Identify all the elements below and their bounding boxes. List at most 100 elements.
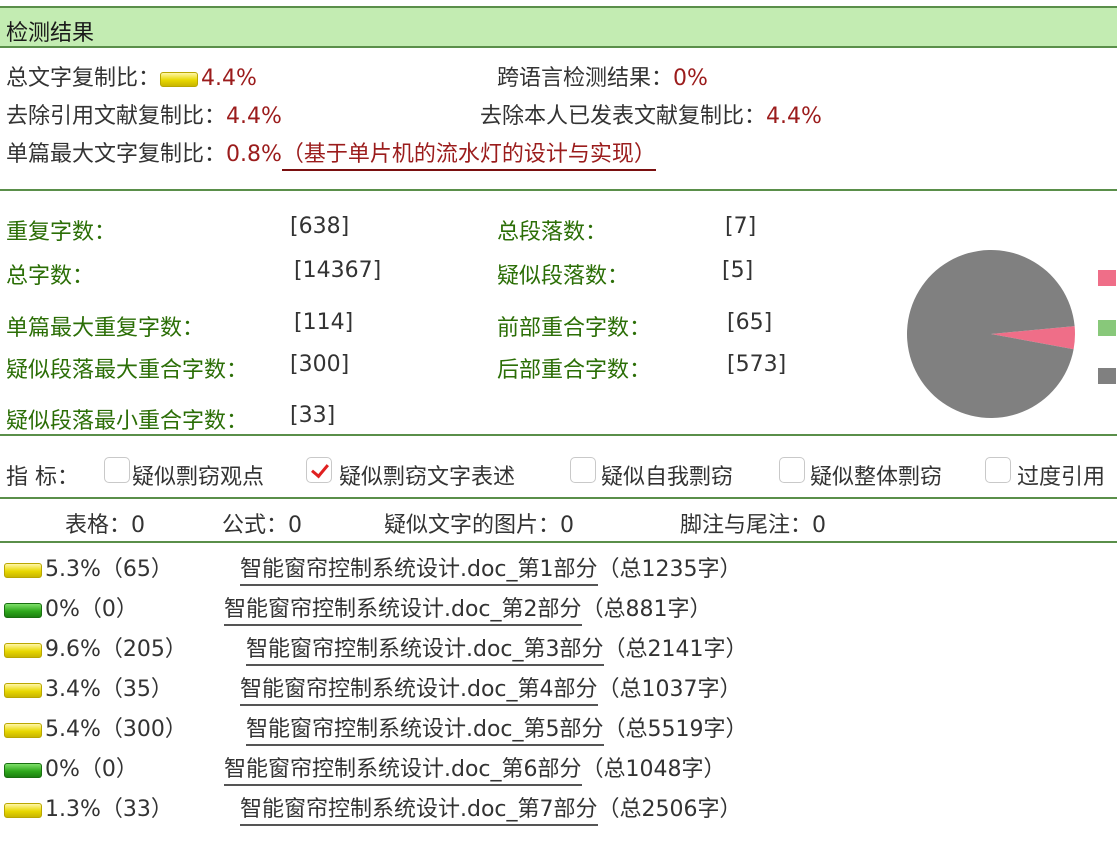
excl-ref-label: 去除引用文献复制比： xyxy=(6,104,227,129)
part-row: 0%（0） xyxy=(4,591,138,623)
stat-value: [300] xyxy=(290,352,350,377)
part-total: （总2506字） xyxy=(597,797,742,822)
indicator-checkbox[interactable] xyxy=(985,457,1011,483)
excl-self-label: 去除本人已发表文献复制比： xyxy=(480,104,767,129)
part-link[interactable]: 智能窗帘控制系统设计.doc_第4部分 xyxy=(240,677,598,706)
divider xyxy=(0,434,1117,436)
part-stat: 0%（0） xyxy=(45,757,138,782)
ratio-bar-icon xyxy=(160,71,199,87)
part-link[interactable]: 智能窗帘控制系统设计.doc_第1部分 xyxy=(240,557,598,586)
part-link[interactable]: 智能窗帘控制系统设计.doc_第5部分 xyxy=(246,717,604,746)
part-link-row: 智能窗帘控制系统设计.doc_第3部分（总2141字） xyxy=(246,631,748,666)
part-link-row: 智能窗帘控制系统设计.doc_第5部分（总5519字） xyxy=(246,711,748,746)
total-copy-label: 总文字复制比： xyxy=(6,66,161,91)
part-total: （总1235字） xyxy=(597,557,742,582)
part-link-row: 智能窗帘控制系统设计.doc_第1部分（总1235字） xyxy=(240,551,742,586)
part-link[interactable]: 智能窗帘控制系统设计.doc_第7部分 xyxy=(240,797,598,826)
stat-value: [14367] xyxy=(294,258,382,283)
indicator-checkbox-checked[interactable] xyxy=(306,457,332,483)
part-total: （总5519字） xyxy=(603,717,748,742)
stat-label: 单篇最大重复字数： xyxy=(6,316,205,341)
part-link[interactable]: 智能窗帘控制系统设计.doc_第2部分 xyxy=(224,597,582,626)
stat-label: 前部重合字数： xyxy=(497,316,652,341)
indicator-option-label: 疑似整体剽窃 xyxy=(810,465,943,490)
excl-self-ratio: 去除本人已发表文献复制比：4.4% xyxy=(480,98,822,130)
part-row: 3.4%（35） xyxy=(4,671,173,703)
ratio-bar-icon xyxy=(4,562,42,578)
part-total: （总881字） xyxy=(581,597,712,622)
part-total: （总1048字） xyxy=(581,757,726,782)
ratio-bar-icon xyxy=(4,602,42,618)
stat-value: [7] xyxy=(725,214,757,239)
total-copy-ratio: 总文字复制比： 4.4% xyxy=(6,60,257,92)
part-row: 9.6%（205） xyxy=(4,631,187,663)
footnote-count: 脚注与尾注：0 xyxy=(680,513,826,538)
indicator-option-label: 疑似剽窃文字表述 xyxy=(339,465,516,490)
formula-count: 公式：0 xyxy=(222,513,302,538)
part-total: （总2141字） xyxy=(603,637,748,662)
legend-swatch xyxy=(1098,270,1116,286)
legend-swatch xyxy=(1098,320,1116,336)
ratio-bar-icon xyxy=(4,802,42,818)
part-stat: 3.4%（35） xyxy=(45,677,173,702)
divider xyxy=(0,189,1117,191)
ratio-bar-icon xyxy=(4,722,42,738)
stat-label: 疑似段落数： xyxy=(497,264,630,289)
max-single-source-link[interactable]: （基于单片机的流水灯的设计与实现） xyxy=(281,142,656,171)
part-stat: 1.3%（33） xyxy=(45,797,173,822)
stat-label: 总段落数： xyxy=(497,220,608,245)
part-stat: 0%（0） xyxy=(45,597,138,622)
result-title: 检测结果 xyxy=(6,21,95,46)
cross-language-label: 跨语言检测结果： xyxy=(497,66,674,91)
max-single-ratio: 单篇最大文字复制比：0.8%（基于单片机的流水灯的设计与实现） xyxy=(6,136,656,171)
indicator-option-label: 疑似剽窃观点 xyxy=(132,465,265,490)
stat-value: [638] xyxy=(290,214,350,239)
part-link-row: 智能窗帘控制系统设计.doc_第2部分（总881字） xyxy=(224,591,712,626)
part-row: 0%（0） xyxy=(4,751,138,783)
image-count: 疑似文字的图片：0 xyxy=(384,513,574,538)
stat-label: 疑似段落最大重合字数： xyxy=(6,358,249,383)
stat-value: [5] xyxy=(722,258,754,283)
legend-swatch xyxy=(1098,368,1116,384)
part-row: 1.3%（33） xyxy=(4,791,173,823)
ratio-bar-icon xyxy=(4,642,42,658)
divider xyxy=(0,541,1117,543)
max-single-label: 单篇最大文字复制比： xyxy=(6,142,227,167)
part-row: 5.4%（300） xyxy=(4,711,187,743)
part-link-row: 智能窗帘控制系统设计.doc_第4部分（总1037字） xyxy=(240,671,742,706)
excl-self-value: 4.4% xyxy=(766,104,822,129)
cross-language-value: 0% xyxy=(673,66,708,91)
part-stat: 5.4%（300） xyxy=(45,717,187,742)
indicator-checkbox[interactable] xyxy=(104,457,130,483)
table-count: 表格：0 xyxy=(65,513,145,538)
stat-value: [573] xyxy=(727,352,787,377)
stat-value: [65] xyxy=(727,310,773,335)
ratio-bar-icon xyxy=(4,682,42,698)
indicator-label: 指 标： xyxy=(6,465,79,490)
part-link-row: 智能窗帘控制系统设计.doc_第6部分（总1048字） xyxy=(224,751,726,786)
stat-value: [114] xyxy=(294,310,354,335)
cross-language-result: 跨语言检测结果：0% xyxy=(497,60,708,92)
indicator-checkbox[interactable] xyxy=(570,457,596,483)
stat-label: 后部重合字数： xyxy=(497,358,652,383)
excl-ref-value: 4.4% xyxy=(226,104,282,129)
stat-label: 总字数： xyxy=(6,264,95,289)
stat-value: [33] xyxy=(290,403,336,428)
stat-label: 重复字数： xyxy=(6,220,117,245)
part-total: （总1037字） xyxy=(597,677,742,702)
stat-label: 疑似段落最小重合字数： xyxy=(6,409,249,434)
excl-ref-ratio: 去除引用文献复制比：4.4% xyxy=(6,98,282,130)
indicator-option-label: 过度引用 xyxy=(1017,465,1106,490)
part-link-row: 智能窗帘控制系统设计.doc_第7部分（总2506字） xyxy=(240,791,742,826)
ratio-bar-icon xyxy=(4,762,42,778)
similarity-pie-chart xyxy=(907,249,1075,418)
max-single-value: 0.8% xyxy=(226,142,282,167)
part-stat: 5.3%（65） xyxy=(45,557,173,582)
indicator-checkbox[interactable] xyxy=(779,457,805,483)
part-link[interactable]: 智能窗帘控制系统设计.doc_第3部分 xyxy=(246,637,604,666)
part-row: 5.3%（65） xyxy=(4,551,173,583)
part-link[interactable]: 智能窗帘控制系统设计.doc_第6部分 xyxy=(224,757,582,786)
result-header: 检测结果 xyxy=(0,6,1117,48)
indicator-option-label: 疑似自我剽窃 xyxy=(601,465,734,490)
part-stat: 9.6%（205） xyxy=(45,637,187,662)
